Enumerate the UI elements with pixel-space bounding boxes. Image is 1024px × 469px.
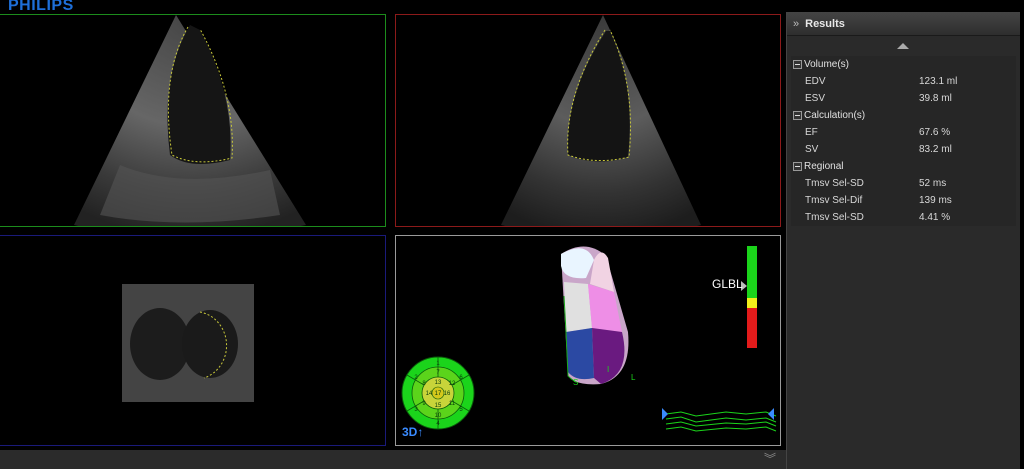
3d-model-view[interactable]: S I L 1 2 3 4 5 6 7 8 9 10 11 12 13 14 1… <box>395 235 781 446</box>
result-row-tmsv-sel-sd: Tmsv Sel-SD 52 ms <box>791 175 1016 192</box>
result-key: EF <box>805 127 818 138</box>
bullseye-plot: 1 2 3 4 5 6 7 8 9 10 11 12 13 14 15 16 1 <box>401 356 475 430</box>
axis-label-l: L <box>631 373 636 382</box>
result-row-sv: SV 83.2 ml <box>791 141 1016 158</box>
triangle-up-icon <box>897 43 909 49</box>
results-list: Volume(s) EDV 123.1 ml ESV 39.8 ml Calcu… <box>791 56 1016 226</box>
result-value: 139 ms <box>919 195 952 206</box>
double-chevron-down-icon[interactable]: ︾ <box>764 451 776 467</box>
result-value: 83.2 ml <box>919 144 952 155</box>
result-key: Tmsv Sel-SD <box>805 212 864 223</box>
axis-label-s: S <box>573 378 578 387</box>
result-value: 39.8 ml <box>919 93 952 104</box>
group-label: Calculation(s) <box>804 110 866 121</box>
echo-image <box>74 15 306 226</box>
brand-logo: PHILIPS <box>8 0 74 14</box>
3d-model-canvas: S I L 1 2 3 4 5 6 7 8 9 10 11 12 13 14 1… <box>401 246 777 432</box>
result-row-tmsv-sel-dif: Tmsv Sel-Dif 139 ms <box>791 192 1016 209</box>
results-scroll-up[interactable] <box>791 42 1016 52</box>
3d-toggle[interactable]: 3D↑ <box>402 425 423 439</box>
group-regional[interactable]: Regional <box>791 158 1016 175</box>
cycle-end-marker[interactable] <box>768 408 774 420</box>
collapse-icon[interactable] <box>793 60 802 69</box>
lv-cavity <box>182 310 238 378</box>
result-key: ESV <box>805 93 826 104</box>
echo-view-top-left[interactable] <box>0 14 386 227</box>
result-row-edv: EDV 123.1 ml <box>791 73 1016 90</box>
echo-image <box>122 284 254 402</box>
result-value: 67.6 % <box>919 127 951 138</box>
result-key: SV <box>805 144 819 155</box>
group-label: Regional <box>804 161 844 172</box>
ventricle-cavity <box>567 31 630 162</box>
glbl-label: GLBL <box>712 277 743 291</box>
group-label: Volume(s) <box>804 59 850 70</box>
color-scale-bar <box>741 246 757 348</box>
volume-waveform <box>662 408 777 432</box>
lv-3d-model <box>561 246 629 385</box>
result-row-ef: EF 67.6 % <box>791 124 1016 141</box>
segment-12: 12 <box>449 381 456 387</box>
axis-label-i: I <box>607 365 609 374</box>
segment-16: 16 <box>444 391 451 397</box>
segment-11: 11 <box>449 401 456 407</box>
collapse-icon[interactable] <box>793 111 802 120</box>
segment-17: 17 <box>435 391 442 397</box>
result-key: Tmsv Sel-SD <box>805 178 864 189</box>
result-value: 52 ms <box>919 178 947 189</box>
result-value: 123.1 ml <box>919 76 958 87</box>
result-row-esv: ESV 39.8 ml <box>791 90 1016 107</box>
bottom-toolbar <box>0 450 786 469</box>
rv-cavity <box>130 308 190 380</box>
result-key: EDV <box>805 76 826 87</box>
results-title: Results <box>805 17 845 30</box>
double-chevron-right-icon[interactable]: » <box>793 18 799 30</box>
segment-10: 10 <box>435 413 442 419</box>
result-value: 4.41 % <box>919 212 951 223</box>
short-axis-view[interactable] <box>0 235 386 446</box>
collapse-icon[interactable] <box>793 162 802 171</box>
echo-view-top-right[interactable] <box>395 14 781 227</box>
result-key: Tmsv Sel-Dif <box>805 195 863 206</box>
cycle-start-marker[interactable] <box>662 408 668 420</box>
segment-13: 13 <box>435 380 442 386</box>
results-panel: » Results Volume(s) EDV 123.1 ml ESV 39.… <box>786 12 1020 469</box>
echo-image <box>501 15 701 226</box>
segment-15: 15 <box>435 403 442 409</box>
arrow-up-icon: ↑ <box>417 425 424 439</box>
result-row-tmsv-sel-sd-percent: Tmsv Sel-SD 4.41 % <box>791 209 1016 226</box>
results-header[interactable]: » Results <box>787 12 1020 36</box>
group-calculations[interactable]: Calculation(s) <box>791 107 1016 124</box>
segment-14: 14 <box>426 391 433 397</box>
group-volumes[interactable]: Volume(s) <box>791 56 1016 73</box>
image-viewer: PHILIPS S I L 1 2 3 4 5 6 7 8 9 10 11 12… <box>0 0 786 469</box>
